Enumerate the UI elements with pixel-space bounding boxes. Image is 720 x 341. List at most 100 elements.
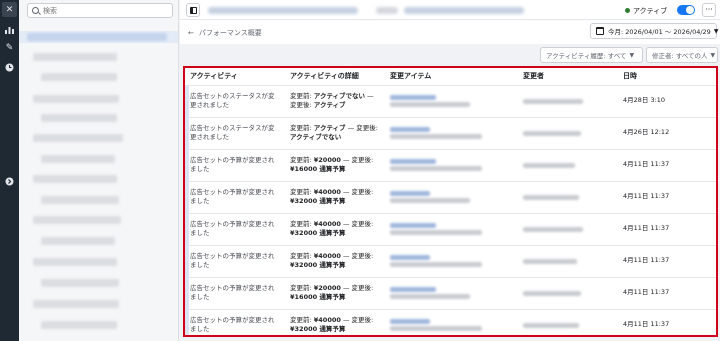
back-link[interactable]: ← パフォーマンス概要: [188, 28, 262, 38]
after-value: アクティブでない: [290, 133, 342, 141]
changed-item-link[interactable]: [390, 319, 430, 324]
changed-item-link[interactable]: [390, 159, 436, 164]
column-header: アクティビティの詳細: [285, 68, 385, 86]
activity-table: アクティビティ アクティビティの詳細 変更アイテム 変更者 日時 広告セットのス…: [183, 66, 718, 337]
activity-cell: 広告セットのステータスが変更されました: [185, 85, 285, 118]
left-rail: ✕ ✎: [0, 0, 19, 341]
date-range-button[interactable]: 今月: 2026/04/01 ～ 2026/04/29 ▼: [590, 23, 719, 39]
sidebar-item[interactable]: [33, 175, 117, 183]
editor-name: [523, 226, 583, 232]
sidebar-item[interactable]: [33, 258, 117, 266]
activity-detail-cell: 変更前: アクティブ — 変更後: アクティブでない: [285, 117, 385, 150]
editor-cell: [518, 181, 618, 214]
sidebar-item[interactable]: [41, 237, 115, 245]
toggle-panel-button[interactable]: [186, 3, 200, 17]
before-label: 変更前:: [290, 155, 314, 164]
breadcrumb[interactable]: [404, 7, 524, 14]
table-row[interactable]: 広告セットの予算が変更されました 変更前: ¥40000 — 変更後: ¥3200…: [185, 213, 716, 246]
sidebar-item[interactable]: [33, 216, 121, 224]
changed-item-link[interactable]: [390, 255, 430, 260]
date-cell: 4月11日 11:37: [618, 181, 716, 214]
before-label: 変更前:: [290, 91, 314, 100]
chart-icon[interactable]: [2, 22, 17, 37]
search-box[interactable]: [27, 3, 173, 18]
edit-icon[interactable]: ✎: [2, 40, 17, 55]
after-value: ¥16000 通算予算: [290, 293, 346, 301]
activity-cell: 広告セットの予算が変更されました: [185, 181, 285, 214]
changed-item-link[interactable]: [390, 95, 436, 100]
column-header: 変更者: [518, 68, 618, 86]
separator: —: [340, 251, 352, 260]
clock-icon[interactable]: [2, 60, 17, 75]
search-input[interactable]: [43, 6, 163, 15]
filter-bar: アクティビティ履歴: すべて ▼ 修正者: すべての人 ▼: [180, 44, 720, 64]
changed-item-cell: [385, 245, 518, 278]
chevron-down-icon: ▼: [713, 27, 719, 35]
changed-item-cell: [385, 149, 518, 182]
separator: —: [345, 123, 357, 132]
changed-item-link[interactable]: [390, 287, 436, 292]
sidebar-item[interactable]: [41, 321, 117, 329]
close-icon[interactable]: ✕: [2, 2, 17, 17]
changed-item-cell: [385, 277, 518, 310]
changed-item-link[interactable]: [390, 127, 430, 132]
status-toggle[interactable]: [677, 5, 695, 15]
table-row[interactable]: 広告セットの予算が変更されました 変更前: ¥20000 — 変更後: ¥1600…: [185, 149, 716, 182]
table-header-row: アクティビティ アクティビティの詳細 変更アイテム 変更者 日時: [185, 68, 716, 86]
expand-icon[interactable]: [2, 174, 17, 189]
editor-cell: [518, 117, 618, 150]
before-label: 変更前:: [290, 123, 314, 132]
before-value: アクティブでない: [313, 91, 366, 100]
sidebar-item[interactable]: [33, 300, 119, 308]
editor-name: [523, 162, 575, 168]
activity-history-label: アクティビティ履歴: すべて: [546, 52, 627, 60]
before-label: 変更前:: [290, 251, 314, 260]
separator: —: [340, 283, 352, 292]
editor-cell: [518, 85, 618, 118]
changed-item-cell: [385, 85, 518, 118]
after-value: ¥32000 通算予算: [290, 325, 346, 333]
sidebar-item[interactable]: [33, 95, 119, 103]
after-value: ¥32000 通算予算: [290, 197, 346, 205]
date-cell: 4月11日 11:37: [618, 245, 716, 278]
sidebar-item[interactable]: [27, 33, 167, 41]
editor-name: [523, 290, 581, 296]
before-value: ¥20000: [313, 283, 341, 292]
table-row[interactable]: 広告セットのステータスが変更されました 変更前: アクティブでない — 変更後: …: [185, 85, 716, 118]
table-row[interactable]: 広告セットの予算が変更されました 変更前: ¥20000 — 変更後: ¥1600…: [185, 277, 716, 310]
sidebar-item[interactable]: [41, 196, 119, 204]
activity-history-filter[interactable]: アクティビティ履歴: すべて ▼: [540, 47, 643, 63]
activity-detail-cell: 変更前: アクティブでない — 変更後: アクティブ: [285, 85, 385, 118]
after-label: 変更後:: [356, 123, 378, 132]
sidebar-item[interactable]: [41, 279, 119, 287]
breadcrumb-separator: [376, 7, 398, 14]
before-label: 変更前:: [290, 315, 314, 324]
table-row[interactable]: 広告セットのステータスが変更されました 変更前: アクティブ — 変更後: アクテ…: [185, 117, 716, 150]
changed-item-link[interactable]: [390, 191, 430, 196]
sidebar-item[interactable]: [41, 114, 117, 122]
table-row[interactable]: 広告セットの予算が変更されました 変更前: ¥40000 — 変更後: ¥3200…: [185, 181, 716, 214]
table-row[interactable]: 広告セットの予算が変更されました 変更前: ¥40000 — 変更後: ¥3200…: [185, 245, 716, 278]
sidebar-item[interactable]: [41, 155, 115, 163]
breadcrumb[interactable]: [208, 7, 358, 14]
sidebar-item[interactable]: [33, 53, 117, 61]
column-header: 変更アイテム: [385, 68, 518, 86]
changed-item-link[interactable]: [390, 223, 436, 228]
sidebar-item[interactable]: [41, 73, 117, 81]
date-range-label: 今月: 2026/04/01 ～ 2026/04/29: [608, 28, 711, 36]
more-button[interactable]: ···: [702, 3, 716, 17]
sidebar-item[interactable]: [33, 134, 123, 142]
table-row[interactable]: 広告セットの予算が変更されました 変更前: ¥40000 — 変更後: ¥3200…: [185, 309, 716, 335]
separator: —: [340, 315, 352, 324]
editor-filter[interactable]: 修正者: すべての人 ▼: [646, 47, 718, 63]
before-label: 変更前:: [290, 219, 314, 228]
status-label: アクティブ: [633, 7, 668, 15]
after-label: 変更後:: [351, 187, 374, 196]
calendar-icon: [596, 27, 604, 35]
changed-item-id: [390, 230, 482, 235]
arrow-left-icon: ←: [188, 29, 194, 37]
date-cell: 4月11日 11:37: [618, 149, 716, 182]
column-header: アクティビティ: [185, 68, 285, 86]
activity-cell: 広告セットの予算が変更されました: [185, 245, 285, 278]
activity-detail-cell: 変更前: ¥40000 — 変更後: ¥32000 通算予算: [285, 181, 385, 214]
